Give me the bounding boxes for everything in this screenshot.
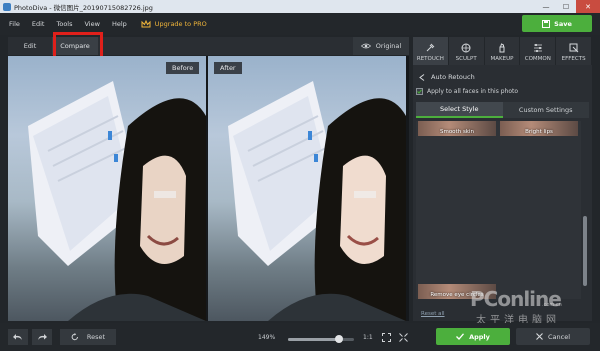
style-label: Smooth skin <box>439 129 475 135</box>
tab-common-label: COMMON <box>524 56 551 62</box>
zoom-level: 149% <box>258 334 276 341</box>
menu-file[interactable]: File <box>0 20 26 28</box>
style-smooth-skin[interactable]: Smooth skin <box>418 121 496 136</box>
tab-effects-label: EFFECTS <box>561 56 586 62</box>
section-title: Auto Retouch <box>431 73 475 81</box>
upgrade-label: Upgrade to PRO <box>154 20 207 28</box>
save-button[interactable]: Save <box>522 15 592 32</box>
cancel-label: Cancel <box>547 332 571 341</box>
view-mode-strip: Edit Compare Original <box>8 37 409 55</box>
maximize-button[interactable]: ☐ <box>556 0 576 13</box>
cancel-button[interactable]: Cancel <box>516 328 590 345</box>
tab-common[interactable]: COMMON <box>520 37 557 65</box>
watermark-domain: .com.cn <box>542 302 562 308</box>
redo-icon <box>38 333 47 340</box>
right-panel: RETOUCH SCULPT MAKEUP COMMON EFFECTS Aut… <box>413 37 592 321</box>
checkmark-icon <box>456 333 465 340</box>
apply-label: Apply <box>469 332 490 341</box>
reset-all-link[interactable]: Reset all <box>421 311 445 317</box>
zoom-slider[interactable] <box>288 335 354 343</box>
scrollbar-thumb[interactable] <box>583 216 587 286</box>
minimize-button[interactable]: — <box>536 0 556 13</box>
original-toggle-button[interactable]: Original <box>353 37 409 55</box>
bottom-toolbar: Reset 149% 1:1 Apply Cancel <box>0 323 600 351</box>
tab-retouch-label: RETOUCH <box>416 56 444 62</box>
reset-all-label: Reset all <box>421 311 445 317</box>
fit-screen-button[interactable] <box>380 331 392 343</box>
tab-sculpt-label: SCULPT <box>455 56 477 62</box>
fit-screen-icon <box>381 332 391 342</box>
tab-edit[interactable]: Edit <box>8 42 52 50</box>
checkmark-icon <box>417 89 422 94</box>
tab-compare[interactable]: Compare <box>52 37 98 55</box>
window-title: PhotoDiva - 微信图片_20190715082726.jpg <box>14 3 153 12</box>
window-controls: — ☐ ✕ <box>536 0 600 13</box>
back-auto-retouch[interactable]: Auto Retouch <box>413 69 592 85</box>
before-photo: Before <box>8 56 206 321</box>
undo-icon <box>13 333 22 340</box>
style-list-scrollbar[interactable] <box>583 121 587 299</box>
tab-retouch[interactable]: RETOUCH <box>413 37 449 65</box>
reset-button[interactable]: Reset <box>60 329 116 345</box>
after-photo: After <box>208 56 406 321</box>
close-icon <box>536 333 543 340</box>
before-label: Before <box>166 62 200 74</box>
style-list[interactable]: Smooth skin Bright lips Remove eye circl… <box>416 121 581 299</box>
after-label: After <box>214 62 242 74</box>
tab-select-style[interactable]: Select Style <box>416 102 503 118</box>
zoom-slider-fill <box>288 338 340 341</box>
menu-edit[interactable]: Edit <box>26 20 51 28</box>
actual-size-button[interactable]: 1:1 <box>363 334 373 341</box>
retouch-icon <box>427 43 435 52</box>
fullscreen-button[interactable] <box>397 331 409 343</box>
reset-icon <box>71 333 78 341</box>
save-label: Save <box>554 19 572 28</box>
apply-all-faces-checkbox[interactable] <box>416 88 423 95</box>
menu-bar: File Edit Tools View Help Upgrade to PRO… <box>0 13 600 35</box>
makeup-icon <box>499 43 505 53</box>
fullscreen-icon <box>398 332 408 342</box>
apply-all-faces-label: Apply to all faces in this photo <box>427 88 519 95</box>
menu-tools[interactable]: Tools <box>50 20 78 28</box>
portrait-image <box>28 81 206 321</box>
menu-help[interactable]: Help <box>106 20 133 28</box>
tab-effects[interactable]: EFFECTS <box>556 37 592 65</box>
photo-canvas[interactable]: Before After <box>8 56 409 321</box>
tool-tabs: RETOUCH SCULPT MAKEUP COMMON EFFECTS <box>413 37 592 65</box>
tab-makeup-label: MAKEUP <box>490 56 514 62</box>
back-arrow-icon <box>419 73 425 81</box>
reset-label: Reset <box>86 333 106 341</box>
sliders-icon <box>533 43 542 53</box>
close-button[interactable]: ✕ <box>576 0 600 13</box>
style-mode-tabs: Select Style Custom Settings <box>416 102 589 118</box>
tab-sculpt[interactable]: SCULPT <box>448 37 485 65</box>
photodiva-window: PhotoDiva - 微信图片_20190715082726.jpg — ☐ … <box>0 0 600 351</box>
effects-icon <box>569 43 578 53</box>
original-label: Original <box>375 42 402 50</box>
apply-button[interactable]: Apply <box>436 328 510 345</box>
portrait-image-retouched <box>228 81 406 321</box>
redo-button[interactable] <box>32 329 52 345</box>
style-bright-lips[interactable]: Bright lips <box>500 121 578 136</box>
upgrade-link[interactable]: Upgrade to PRO <box>141 20 207 28</box>
undo-button[interactable] <box>8 329 28 345</box>
eye-icon <box>360 43 371 49</box>
title-bar: PhotoDiva - 微信图片_20190715082726.jpg — ☐ … <box>0 0 600 13</box>
style-label: Bright lips <box>525 129 553 135</box>
app-icon <box>3 2 11 11</box>
sculpt-icon <box>461 43 471 53</box>
save-icon <box>542 19 551 28</box>
tab-custom-settings[interactable]: Custom Settings <box>502 102 589 118</box>
apply-all-faces-option[interactable]: Apply to all faces in this photo <box>416 88 518 95</box>
tab-makeup[interactable]: MAKEUP <box>484 37 521 65</box>
menu-view[interactable]: View <box>79 20 106 28</box>
zoom-slider-knob[interactable] <box>335 335 344 343</box>
crown-icon <box>141 20 151 28</box>
